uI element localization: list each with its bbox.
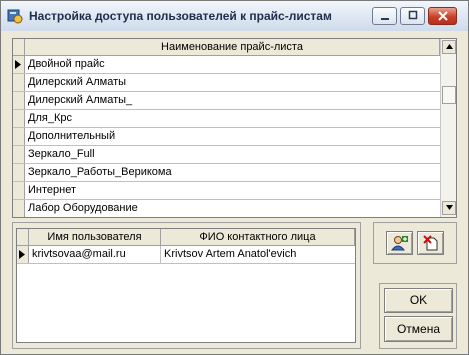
row-indicator[interactable] <box>13 146 25 163</box>
add-user-icon <box>391 236 408 251</box>
price-list-row[interactable]: Лабор Оборудование <box>13 200 440 217</box>
price-list-row[interactable]: Зеркало_Работы_Верикома <box>13 164 440 182</box>
price-list-name-cell[interactable]: Для_Крс <box>25 110 440 127</box>
grid-corner <box>17 229 29 246</box>
user-row[interactable]: krivtsovaa@mail.ru Krivtsov Artem Anatol'… <box>17 246 355 264</box>
current-row-icon <box>15 60 21 69</box>
price-list-name-cell[interactable]: Дилерский Алматы_ <box>25 92 440 109</box>
window-title: Настройка доступа пользователей к прайс-… <box>29 9 332 23</box>
username-cell[interactable]: krivtsovaa@mail.ru <box>29 246 161 263</box>
minimize-icon <box>380 18 389 20</box>
maximize-button[interactable] <box>400 7 425 25</box>
row-indicator[interactable] <box>13 200 25 217</box>
dialog-buttons-panel: OK Отмена <box>379 283 457 349</box>
row-indicator[interactable] <box>13 128 25 145</box>
dialog-content: Наименование прайс-листа Двойной прайс Ди… <box>5 31 464 350</box>
price-list-name-cell[interactable]: Лабор Оборудование <box>25 200 440 217</box>
dialog-window: Настройка доступа пользователей к прайс-… <box>0 0 469 355</box>
row-indicator[interactable] <box>17 246 29 263</box>
minimize-button[interactable] <box>372 7 397 25</box>
remove-user-icon <box>423 235 438 251</box>
cancel-button[interactable]: Отмена <box>384 316 453 342</box>
current-row-icon <box>19 250 25 259</box>
price-list-row[interactable]: Дополнительный <box>13 128 440 146</box>
price-list-row[interactable]: Зеркало_Full <box>13 146 440 164</box>
price-list-name-header[interactable]: Наименование прайс-листа <box>25 39 440 56</box>
grid-corner <box>13 39 25 56</box>
remove-user-button[interactable] <box>417 231 444 255</box>
close-button[interactable] <box>428 7 457 25</box>
price-list-row[interactable]: Для_Крс <box>13 110 440 128</box>
row-indicator[interactable] <box>13 164 25 181</box>
arrow-up-icon <box>445 44 453 49</box>
arrow-down-icon <box>445 205 453 210</box>
price-list-name-cell[interactable]: Зеркало_Работы_Верикома <box>25 164 440 181</box>
price-list-name-cell[interactable]: Зеркало_Full <box>25 146 440 163</box>
users-panel: Имя пользователя ФИО контактного лица kr… <box>12 222 361 349</box>
row-indicator[interactable] <box>13 110 25 127</box>
title-bar[interactable]: Настройка доступа пользователей к прайс-… <box>1 1 468 31</box>
price-list-name-cell[interactable]: Дополнительный <box>25 128 440 145</box>
scroll-up-button[interactable] <box>442 40 456 54</box>
scroll-down-button[interactable] <box>442 201 456 215</box>
row-indicator[interactable] <box>13 56 25 73</box>
price-list-row[interactable]: Дилерский Алматы_ <box>13 92 440 110</box>
user-toolbar <box>373 222 457 264</box>
username-header[interactable]: Имя пользователя <box>29 229 161 246</box>
maximize-icon <box>408 10 417 20</box>
price-list-name-cell[interactable]: Интернет <box>25 182 440 199</box>
price-list-scrollbar[interactable] <box>440 39 456 217</box>
add-user-button[interactable] <box>386 231 413 255</box>
users-grid[interactable]: Имя пользователя ФИО контактного лица kr… <box>16 228 356 343</box>
ok-button[interactable]: OK <box>384 288 453 313</box>
price-list-row[interactable]: Дилерский Алматы <box>13 74 440 92</box>
contact-name-header[interactable]: ФИО контактного лица <box>161 229 355 246</box>
price-list-row[interactable]: Интернет <box>13 182 440 200</box>
app-icon <box>7 9 23 24</box>
price-list-name-cell[interactable]: Двойной прайс <box>25 56 440 73</box>
close-icon <box>437 11 448 21</box>
contact-name-cell[interactable]: Krivtsov Artem Anatol'evich <box>161 246 355 263</box>
price-list-grid[interactable]: Наименование прайс-листа Двойной прайс Ди… <box>12 38 457 218</box>
price-list-name-cell[interactable]: Дилерский Алматы <box>25 74 440 91</box>
row-indicator[interactable] <box>13 182 25 199</box>
price-list-row[interactable]: Двойной прайс <box>13 56 440 74</box>
row-indicator[interactable] <box>13 92 25 109</box>
scroll-thumb[interactable] <box>442 86 456 104</box>
row-indicator[interactable] <box>13 74 25 91</box>
